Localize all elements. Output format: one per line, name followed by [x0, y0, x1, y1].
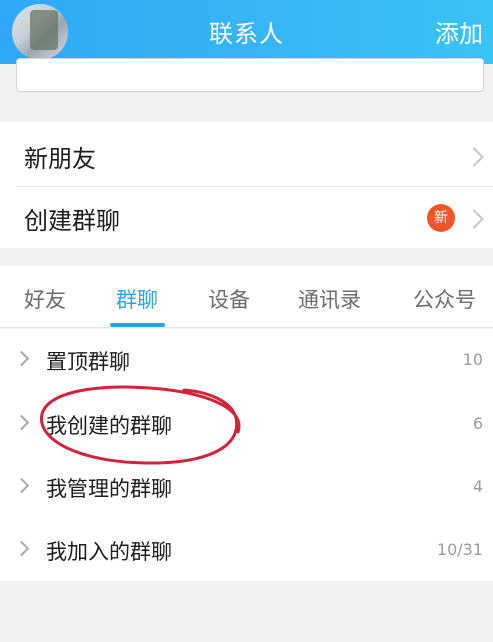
create-group-row[interactable]: 创建群聊 — [0, 186, 493, 248]
tab-official-accounts[interactable]: 公众号 — [413, 284, 476, 314]
contacts-menu: 新朋友 创建群聊 — [0, 122, 493, 248]
chevron-right-icon — [464, 147, 484, 167]
active-tab-indicator — [110, 323, 165, 327]
new-badge: 新 — [427, 204, 455, 232]
chevron-right-icon — [13, 350, 30, 367]
group-count: 10 — [462, 350, 483, 369]
group-count: 4 — [472, 477, 483, 496]
group-count: 10/31 — [436, 540, 483, 559]
new-friends-row[interactable]: 新朋友 — [0, 124, 493, 186]
group-label: 我管理的群聊 — [46, 477, 172, 501]
search-area — [0, 58, 493, 108]
list-item[interactable]: 置顶群聊 10 — [0, 329, 493, 392]
tab-bar: 好友 群聊 设备 通讯录 公众号 — [0, 266, 493, 328]
header-bar: 联系人 添加 — [0, 0, 493, 64]
list-item[interactable]: 我创建的群聊 6 — [0, 393, 493, 456]
create-group-label: 创建群聊 — [24, 207, 120, 235]
group-label: 我创建的群聊 — [46, 414, 172, 438]
list-item[interactable]: 我加入的群聊 10/31 — [0, 519, 493, 582]
chevron-right-icon — [13, 540, 30, 557]
chevron-right-icon — [464, 209, 484, 229]
list-item[interactable]: 我管理的群聊 4 — [0, 456, 493, 519]
tab-friends[interactable]: 好友 — [24, 284, 66, 314]
chevron-right-icon — [13, 477, 30, 494]
group-label: 置顶群聊 — [46, 350, 130, 374]
search-input[interactable] — [16, 58, 484, 92]
new-friends-label: 新朋友 — [24, 145, 96, 173]
group-list: 置顶群聊 10 我创建的群聊 6 我管理的群聊 4 我加入的群聊 10/31 — [0, 329, 493, 581]
tab-address-book[interactable]: 通讯录 — [298, 284, 361, 314]
chevron-right-icon — [13, 414, 30, 431]
tab-groups[interactable]: 群聊 — [116, 284, 158, 314]
tab-devices[interactable]: 设备 — [208, 284, 250, 314]
add-button[interactable]: 添加 — [435, 14, 483, 49]
page-title: 联系人 — [209, 20, 284, 48]
group-count: 6 — [472, 414, 483, 433]
group-label: 我加入的群聊 — [46, 540, 172, 564]
